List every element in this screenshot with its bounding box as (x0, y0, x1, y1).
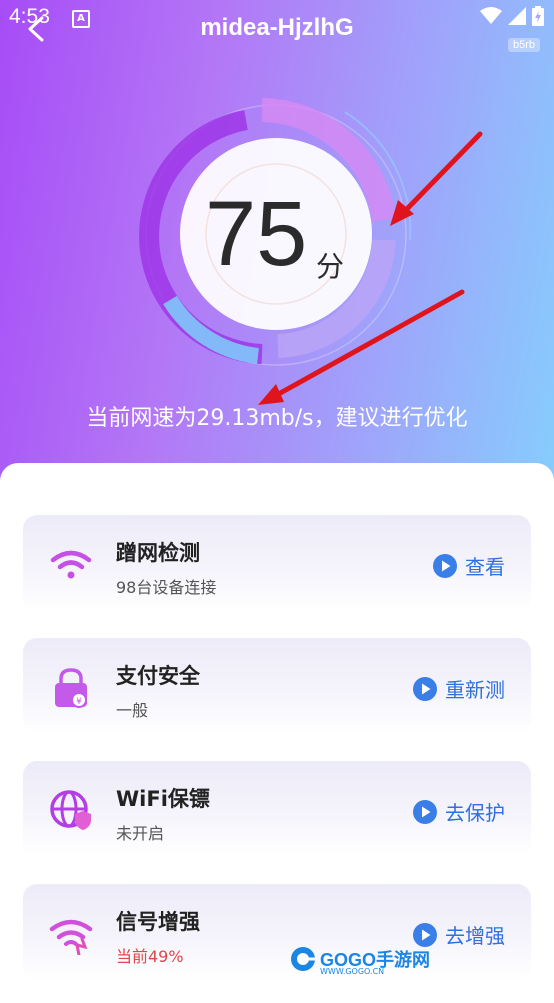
lock-icon: ¥ (55, 668, 87, 708)
action-label: 去保护 (445, 801, 505, 825)
card-title: 蹭网检测 (116, 541, 200, 565)
card-title: WiFi保镖 (116, 787, 210, 811)
action-label: 查看 (465, 555, 505, 579)
action-label: 重新测 (445, 678, 505, 702)
wifi-icon (50, 550, 92, 579)
boost-button[interactable]: 去增强 (413, 920, 505, 949)
card-title: 支付安全 (116, 664, 200, 688)
play-icon (413, 922, 437, 947)
watermark-logo-icon (291, 947, 315, 971)
protect-button[interactable]: 去保护 (413, 797, 505, 826)
card-signal-boost[interactable]: 信号增强 当前49% 去增强 (23, 884, 531, 980)
card-subtitle: 当前49% (116, 947, 184, 966)
retest-button[interactable]: 重新测 (413, 674, 505, 703)
svg-text:¥: ¥ (76, 697, 82, 707)
card-subtitle: 98台设备连接 (116, 578, 217, 597)
card-wifi-guard[interactable]: WiFi保镖 未开启 去保护 (23, 761, 531, 857)
view-button[interactable]: 查看 (433, 551, 505, 580)
card-wifi-detect[interactable]: 蹭网检测 98台设备连接 查看 (23, 515, 531, 611)
play-icon (413, 676, 437, 701)
card-title: 信号增强 (116, 910, 200, 934)
score-unit: 分 (316, 250, 345, 283)
speed-advice-text: 当前网速为29.13mb/s，建议进行优化 (86, 406, 468, 431)
action-label: 去增强 (445, 924, 505, 948)
watermark-sub: WWW.GOGO.CN (320, 967, 385, 976)
score-value: 75 (205, 183, 308, 285)
card-subtitle: 未开启 (116, 824, 165, 843)
card-payment-security[interactable]: ¥ 支付安全 一般 重新测 (23, 638, 531, 734)
watermark: GOGO手游网 WWW.GOGO.CN (290, 946, 430, 976)
play-icon (433, 553, 457, 578)
card-subtitle: 一般 (116, 701, 149, 720)
play-icon (413, 799, 437, 824)
signal-boost-icon (49, 919, 93, 955)
globe-shield-icon (50, 790, 91, 830)
